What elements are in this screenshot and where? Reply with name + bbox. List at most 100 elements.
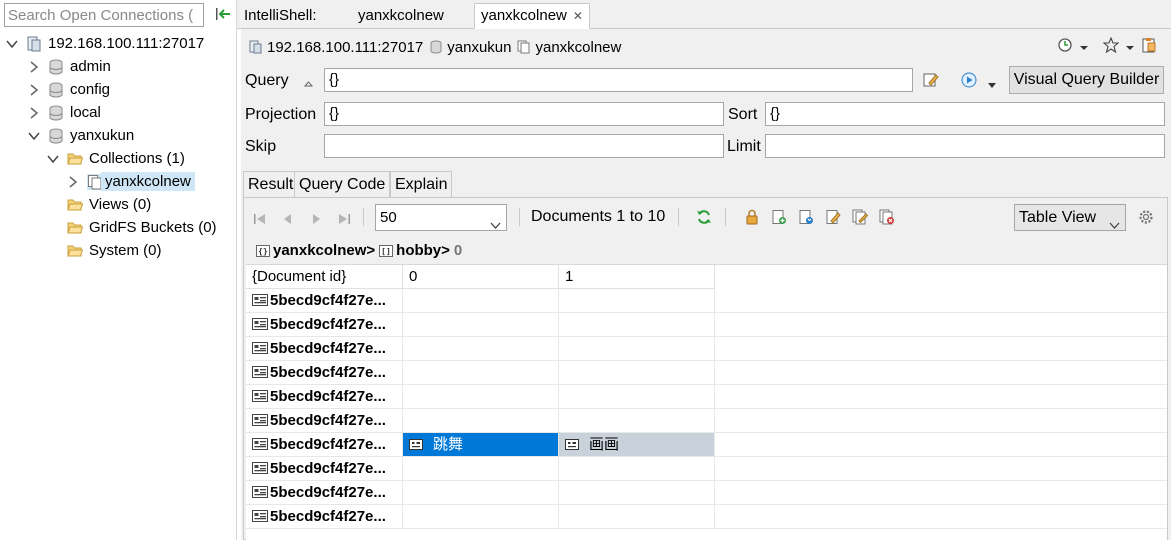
- json-document-icon[interactable]: [798, 209, 814, 225]
- chevron-down-icon[interactable]: [1125, 40, 1135, 50]
- table-row[interactable]: 5becd9cf4f27e...: [246, 361, 1167, 385]
- tree-item-server[interactable]: 192.168.100.111:27017: [6, 32, 204, 55]
- tab-query-code[interactable]: Query Code: [294, 171, 391, 197]
- skip-input[interactable]: [324, 134, 724, 158]
- cell-value-1[interactable]: [559, 313, 715, 337]
- tree-item-collections[interactable]: Collections (1): [47, 147, 185, 170]
- cell-document-id[interactable]: 5becd9cf4f27e...: [246, 481, 403, 505]
- cell-value-0[interactable]: [403, 289, 559, 313]
- edit-query-icon[interactable]: [923, 72, 939, 92]
- cell-value-0[interactable]: [403, 457, 559, 481]
- collapse-panel-icon[interactable]: [215, 6, 233, 22]
- breadcrumb-collection[interactable]: yanxkcolnew: [273, 242, 366, 259]
- chevron-right-icon[interactable]: [67, 175, 79, 188]
- table-row[interactable]: 5becd9cf4f27e... 跳舞 画画: [246, 433, 1167, 457]
- cell-value-1[interactable]: 画画: [559, 433, 715, 457]
- delete-document-icon[interactable]: [879, 209, 895, 225]
- tree-item-local[interactable]: local: [28, 101, 101, 124]
- cell-value-0[interactable]: 跳舞: [403, 433, 559, 457]
- cell-document-id[interactable]: 5becd9cf4f27e...: [246, 337, 403, 361]
- table-row[interactable]: 5becd9cf4f27e...: [246, 289, 1167, 313]
- tab-yanxkcolnew-1[interactable]: yanxkcolnew: [351, 3, 451, 29]
- tree-item-system[interactable]: System (0): [67, 239, 162, 262]
- visual-query-builder-button[interactable]: Visual Query Builder: [1009, 66, 1164, 94]
- sort-input[interactable]: {}: [765, 102, 1165, 126]
- tree-item-views[interactable]: Views (0): [67, 193, 151, 216]
- cell-document-id[interactable]: 5becd9cf4f27e...: [246, 313, 403, 337]
- history-icon[interactable]: [1057, 37, 1073, 53]
- query-input[interactable]: {}: [324, 68, 913, 92]
- lock-icon[interactable]: [744, 209, 760, 225]
- close-icon[interactable]: ✕: [573, 9, 583, 23]
- cell-document-id[interactable]: 5becd9cf4f27e...: [246, 409, 403, 433]
- cell-value-1[interactable]: [559, 505, 715, 529]
- cell-document-id[interactable]: 5becd9cf4f27e...: [246, 385, 403, 409]
- cell-value-0[interactable]: [403, 409, 559, 433]
- tab-yanxkcolnew-active[interactable]: yanxkcolnew ✕: [474, 3, 590, 29]
- column-header-1[interactable]: 1: [559, 265, 715, 289]
- column-header-document-id[interactable]: {Document id}: [246, 265, 403, 289]
- gear-icon[interactable]: [1138, 209, 1154, 225]
- column-header-0[interactable]: 0: [403, 265, 559, 289]
- cell-value-1[interactable]: [559, 457, 715, 481]
- run-query-icon[interactable]: [961, 72, 977, 92]
- tree-item-config[interactable]: config: [28, 78, 110, 101]
- cell-value-1[interactable]: [559, 361, 715, 385]
- cell-document-id[interactable]: 5becd9cf4f27e...: [246, 433, 403, 457]
- tree-item-gridfs-buckets[interactable]: GridFS Buckets (0): [67, 216, 217, 239]
- cell-document-id[interactable]: 5becd9cf4f27e...: [246, 361, 403, 385]
- cell-value-0[interactable]: [403, 385, 559, 409]
- chevron-right-icon[interactable]: [28, 60, 40, 73]
- cell-value-1[interactable]: [559, 481, 715, 505]
- tab-explain[interactable]: Explain: [390, 171, 453, 197]
- clipboard-icon[interactable]: [1141, 37, 1157, 53]
- cell-document-id[interactable]: 5becd9cf4f27e...: [246, 289, 403, 313]
- table-row[interactable]: 5becd9cf4f27e...: [246, 457, 1167, 481]
- chevron-down-icon[interactable]: [47, 153, 59, 165]
- tree-item-admin[interactable]: admin: [28, 55, 111, 78]
- cell-value-0[interactable]: [403, 505, 559, 529]
- cell-value-0[interactable]: [403, 361, 559, 385]
- add-document-icon[interactable]: [771, 209, 787, 225]
- cell-value-1[interactable]: [559, 409, 715, 433]
- cell-value-0[interactable]: [403, 313, 559, 337]
- edit-multiple-documents-icon[interactable]: [852, 209, 869, 225]
- chevron-down-icon[interactable]: [987, 77, 997, 94]
- search-connections-input[interactable]: [4, 3, 204, 27]
- star-icon[interactable]: [1102, 36, 1120, 54]
- cell-value-0[interactable]: [403, 481, 559, 505]
- table-row[interactable]: 5becd9cf4f27e...: [246, 337, 1167, 361]
- cell-value-1[interactable]: [559, 289, 715, 313]
- edit-document-icon[interactable]: [825, 209, 841, 225]
- chevron-down-icon[interactable]: [28, 130, 40, 142]
- cell-value-1[interactable]: [559, 337, 715, 361]
- tab-result[interactable]: Result: [243, 171, 299, 197]
- breadcrumb-field[interactable]: hobby: [396, 242, 441, 259]
- refresh-icon[interactable]: [696, 209, 712, 225]
- table-row[interactable]: 5becd9cf4f27e...: [246, 409, 1167, 433]
- view-mode-select[interactable]: Table View: [1014, 204, 1126, 231]
- limit-input[interactable]: [765, 134, 1165, 158]
- cell-document-id[interactable]: 5becd9cf4f27e...: [246, 505, 403, 529]
- first-page-icon[interactable]: [252, 211, 268, 227]
- chevron-down-icon[interactable]: [6, 38, 18, 50]
- tree-item-yanxukun[interactable]: yanxukun: [28, 124, 134, 147]
- chevron-down-icon[interactable]: [1079, 40, 1089, 50]
- previous-page-icon[interactable]: [280, 211, 296, 227]
- cell-document-id[interactable]: 5becd9cf4f27e...: [246, 457, 403, 481]
- chevron-right-icon[interactable]: [28, 106, 40, 119]
- projection-input[interactable]: {}: [324, 102, 724, 126]
- table-row[interactable]: 5becd9cf4f27e...: [246, 385, 1167, 409]
- chevron-right-icon[interactable]: [28, 83, 40, 96]
- last-page-icon[interactable]: [336, 211, 352, 227]
- table-row[interactable]: 5becd9cf4f27e...: [246, 505, 1167, 529]
- cell-value-1[interactable]: [559, 385, 715, 409]
- cell-value-0[interactable]: [403, 337, 559, 361]
- chevron-up-icon[interactable]: [303, 75, 314, 92]
- page-size-select[interactable]: 50: [375, 204, 507, 231]
- tab-intellishell[interactable]: IntelliShell:: [237, 3, 324, 29]
- table-row[interactable]: 5becd9cf4f27e...: [246, 481, 1167, 505]
- tree-item-yanxkcolnew[interactable]: yanxkcolnew: [67, 170, 195, 193]
- table-row[interactable]: 5becd9cf4f27e...: [246, 313, 1167, 337]
- next-page-icon[interactable]: [308, 211, 324, 227]
